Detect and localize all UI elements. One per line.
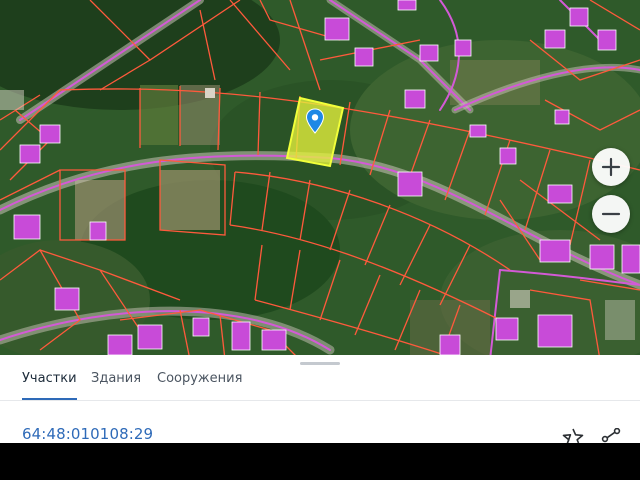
share-icon — [601, 427, 621, 443]
minus-icon — [601, 212, 621, 216]
tab-plots[interactable]: Участки — [22, 371, 77, 400]
tab-buildings[interactable]: Здания — [91, 371, 141, 400]
satellite-map[interactable] — [0, 0, 640, 360]
cadastral-number[interactable]: 64:48:010108:29 — [22, 425, 153, 443]
zoom-in-button[interactable] — [592, 148, 630, 186]
zoom-out-button[interactable] — [592, 195, 630, 233]
system-navigation-bar — [0, 443, 640, 480]
object-type-tabs: Участки Здания Сооружения — [0, 355, 640, 401]
plus-icon — [601, 157, 621, 177]
location-pin-icon[interactable] — [305, 108, 325, 134]
star-icon — [562, 428, 584, 444]
plot-info-sheet: Участки Здания Сооружения 64:48:010108:2… — [0, 355, 640, 444]
tab-structures[interactable]: Сооружения — [157, 371, 242, 400]
map-view[interactable] — [0, 0, 640, 360]
